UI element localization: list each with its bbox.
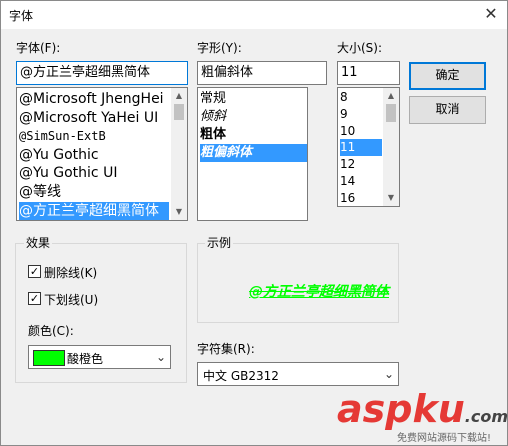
size-input[interactable]: 11 <box>337 61 400 85</box>
font-list-scrollbar[interactable]: ▲ ▼ <box>171 88 187 220</box>
title-bar: 字体 ✕ <box>1 1 507 29</box>
style-list-item[interactable]: 粗体 <box>200 126 307 144</box>
size-list-item[interactable]: 10 <box>340 123 382 140</box>
size-list-scrollbar[interactable]: ▲ ▼ <box>383 88 399 206</box>
scroll-up-icon[interactable]: ▲ <box>383 88 399 104</box>
charset-value: 中文 GB2312 <box>203 369 279 383</box>
watermark-dotcom: .com <box>464 407 508 426</box>
ok-button[interactable]: 确定 <box>409 62 486 90</box>
charset-label: 字符集(R): <box>197 342 255 356</box>
font-list-item[interactable]: @Microsoft JhengHei l <box>19 90 169 109</box>
check-icon: ✓ <box>29 292 40 305</box>
font-list-item[interactable]: @等线 <box>19 183 169 202</box>
underline-label: 下划线(U) <box>44 293 99 307</box>
size-list-item[interactable]: 14 <box>340 173 382 190</box>
style-label: 字形(Y): <box>197 41 242 55</box>
font-label: 字体(F): <box>16 41 61 55</box>
strikeout-label: 删除线(K) <box>44 266 98 280</box>
font-list[interactable]: @方正兰亭超细黑简体 @等线 @Yu Gothic UI @Yu Gothic @Sim… <box>16 87 188 221</box>
color-swatch <box>33 350 65 366</box>
scroll-down-icon[interactable]: ▼ <box>383 190 399 206</box>
effects-label: 效果 <box>24 234 53 251</box>
color-value: 酸橙色 <box>67 352 104 366</box>
font-list-item[interactable]: @Yu Gothic <box>19 146 169 165</box>
font-input[interactable]: @方正兰亭超细黑简体 <box>16 61 188 85</box>
scroll-up-icon[interactable]: ▲ <box>171 88 187 104</box>
scroll-down-icon[interactable]: ▼ <box>171 204 187 220</box>
sample-label: 示例 <box>205 234 234 251</box>
style-list[interactable]: 常规 倾斜 粗体 粗偏斜体 <box>197 87 308 221</box>
scroll-thumb[interactable] <box>386 104 396 122</box>
underline-checkbox[interactable]: ✓ <box>28 292 41 305</box>
size-list-item[interactable]: 11 <box>340 139 382 157</box>
chevron-down-icon: ⌄ <box>155 350 166 364</box>
sample-preview-text: @方正兰亭超细黑简体 <box>249 284 389 300</box>
font-dialog: 字体 ✕ 字体(F): @方正兰亭超细黑简体 @方正兰亭超细黑简体 @等线 @Yu … <box>0 0 508 446</box>
font-list-item[interactable]: @Yu Gothic UI <box>19 164 169 183</box>
style-list-item[interactable]: 常规 <box>200 90 307 108</box>
chevron-down-icon: ⌄ <box>383 367 394 381</box>
cancel-button[interactable]: 取消 <box>409 96 486 124</box>
strikeout-checkbox[interactable]: ✓ <box>28 265 41 278</box>
color-select[interactable]: 酸橙色 ⌄ <box>28 345 171 369</box>
watermark-tagline: 免费网站源码下载站! <box>397 433 492 444</box>
size-list-item[interactable]: 9 <box>340 106 382 123</box>
size-list-item[interactable]: 8 <box>340 89 382 106</box>
font-list-item[interactable]: @方正兰亭超细黑简体 <box>19 201 169 220</box>
check-icon: ✓ <box>29 265 40 278</box>
window-title: 字体 <box>9 9 34 23</box>
font-list-item[interactable]: @Microsoft YaHei UI <box>19 109 169 128</box>
style-input[interactable]: 粗偏斜体 <box>197 61 327 85</box>
color-label: 颜色(C): <box>28 324 74 338</box>
size-list[interactable]: 16 14 12 11 10 9 8 ▲ ▼ <box>337 87 400 207</box>
close-icon[interactable]: ✕ <box>479 3 503 25</box>
watermark-logo-text: aspku <box>337 387 465 431</box>
size-label: 大小(S): <box>337 41 383 55</box>
style-list-item[interactable]: 倾斜 <box>200 108 307 126</box>
charset-select[interactable]: 中文 GB2312 ⌄ <box>197 362 399 386</box>
style-list-item[interactable]: 粗偏斜体 <box>200 144 307 162</box>
scroll-thumb[interactable] <box>174 104 184 120</box>
size-list-item[interactable]: 12 <box>340 156 382 173</box>
size-list-item[interactable]: 16 <box>340 190 382 206</box>
aspku-watermark-logo: aspku.com <box>337 387 508 431</box>
font-list-item[interactable]: @SimSun-ExtB <box>19 127 169 146</box>
